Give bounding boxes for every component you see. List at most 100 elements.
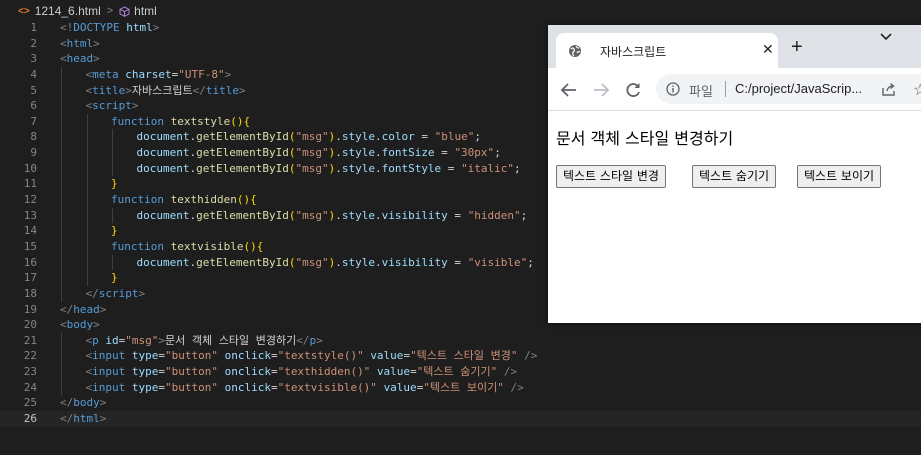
code-token: </ (85, 286, 99, 300)
code-token: type (131, 349, 159, 363)
page-message: 문서 객체 스타일 변경하기 (556, 129, 734, 148)
indent-guide (61, 364, 62, 380)
forward-arrow-icon[interactable] (592, 81, 610, 99)
code-token: . (335, 208, 342, 222)
code-token: (){ (243, 239, 264, 253)
code-token: "msg" (295, 146, 329, 160)
code-token: p (92, 333, 99, 347)
indent-guide (86, 192, 88, 208)
code-token: = (270, 380, 278, 394)
code-token: value (376, 365, 411, 379)
code-line[interactable]: 25 </body> (0, 395, 921, 411)
code-token: </ (60, 302, 74, 316)
back-arrow-icon[interactable] (560, 81, 578, 99)
code-token: > (238, 83, 246, 97)
code-token: ; (494, 146, 501, 160)
info-icon[interactable] (666, 82, 680, 96)
chevron-down-icon[interactable] (879, 31, 893, 43)
code-token: . (374, 255, 382, 269)
new-tab-button[interactable]: + (791, 37, 803, 57)
line-number: 11 (23, 177, 37, 191)
indent-guide (86, 129, 88, 146)
omnibox-divider (725, 81, 726, 97)
line-number: 7 (30, 114, 37, 128)
code-token: > (224, 67, 232, 81)
close-tab-icon[interactable]: ✕ (762, 41, 774, 58)
code-token: ; (520, 208, 528, 222)
indent-guide (61, 113, 62, 130)
line-number: 18 (23, 286, 37, 300)
indent-guide (86, 223, 88, 239)
code-token: getElementById (196, 130, 289, 144)
indent-guide (61, 379, 62, 396)
code-token: } (111, 177, 118, 191)
code-token: meta (92, 67, 119, 81)
line-number: 2 (30, 36, 37, 50)
line-number: 14 (23, 224, 37, 238)
indent-guide (61, 238, 62, 255)
code-token: visibility (381, 255, 448, 269)
reload-icon[interactable] (624, 81, 642, 99)
indent-guide (61, 66, 62, 83)
code-token: "blue" (434, 130, 475, 144)
code-token: . (374, 146, 382, 160)
code-token: = (441, 161, 462, 175)
code-token: > (93, 36, 100, 50)
code-line[interactable]: 24 <input type="button" onclick="textvisi… (0, 379, 921, 396)
text-hide-button[interactable]: 텍스트 숨기기 (692, 165, 777, 188)
share-icon[interactable] (881, 82, 896, 97)
code-line[interactable]: 22 <input type="button" onclick="textstyl… (0, 348, 921, 365)
text-style-change-button[interactable]: 텍스트 스타일 변경 (556, 165, 666, 188)
code-token: type (131, 380, 159, 394)
line-number: 13 (23, 208, 37, 222)
code-token: "hidden" (467, 208, 521, 222)
code-token: > (125, 83, 132, 97)
line-number: 5 (30, 83, 37, 97)
code-token: onclick (224, 349, 271, 363)
code-token: . (335, 130, 342, 144)
indent-guide (61, 207, 62, 224)
line-number: 12 (23, 193, 37, 207)
code-token: color (381, 130, 415, 144)
code-token: document (136, 161, 190, 175)
code-token: DOCTYPE (73, 21, 120, 34)
code-token: </ (192, 83, 206, 97)
code-text: document.getElementById("msg").style.col… (137, 129, 481, 145)
code-token: "msg" (295, 161, 329, 175)
indent-guide (61, 160, 62, 177)
address-bar[interactable]: 파일 C:/project/JavaScrip... ☆ (656, 74, 921, 104)
indent-guide (86, 113, 88, 130)
code-token: > (316, 333, 323, 347)
code-token: = (410, 365, 417, 379)
code-token: body (66, 318, 94, 332)
code-text: function textstyle(){ (111, 114, 250, 130)
code-token: } (111, 224, 118, 238)
line-number: 1 (30, 21, 37, 34)
text-show-button[interactable]: 텍스트 보이기 (797, 165, 882, 188)
code-token: > (99, 302, 107, 316)
indent-guide (86, 207, 88, 224)
code-token: </ (60, 412, 74, 426)
code-line[interactable]: 21 <p id="msg">문서 객체 스타일 변경하기</p> (0, 332, 921, 349)
url-text[interactable]: C:/project/JavaScrip... (735, 81, 862, 96)
code-token: document (136, 130, 190, 144)
code-token: "30px" (454, 146, 495, 160)
code-line[interactable]: 23 <input type="button" onclick="texthidd… (0, 364, 921, 380)
code-token: "button" (165, 380, 218, 394)
code-token: = (158, 365, 165, 379)
code-line[interactable]: 26 </html> (0, 411, 921, 427)
breadcrumb-symbol[interactable]: html (134, 4, 157, 18)
line-number: 16 (23, 255, 37, 269)
indent-guide (61, 348, 62, 365)
bookmark-star-icon[interactable]: ☆ (913, 80, 921, 100)
browser-tab[interactable]: 자바스크립트 ✕ (556, 33, 778, 68)
code-token: getElementById (196, 255, 289, 269)
breadcrumb-file[interactable]: 1214_6.html (35, 4, 101, 18)
code-token: "button" (165, 349, 218, 363)
code-token: </ (296, 333, 310, 347)
code-token: . (335, 161, 342, 175)
